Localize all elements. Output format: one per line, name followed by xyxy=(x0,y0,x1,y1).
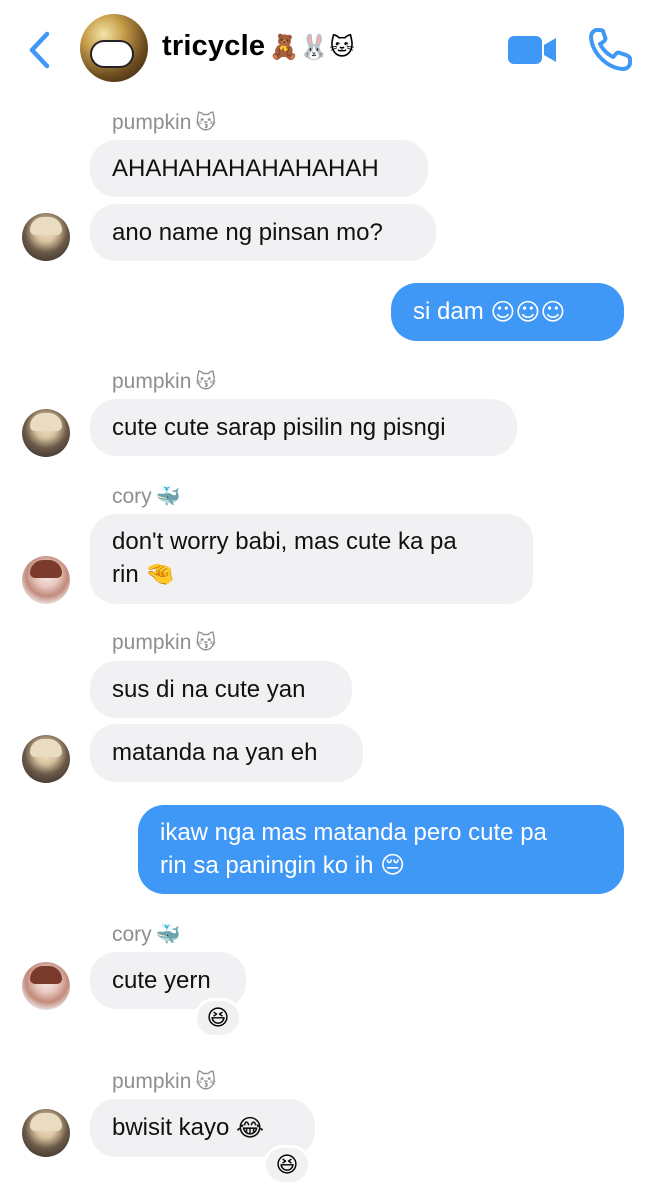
message-bubble[interactable]: matanda na yan eh xyxy=(90,724,363,782)
message-emoji: 😂 xyxy=(236,1114,265,1142)
message-text: sus di na cute yan xyxy=(112,675,306,703)
message-text-line: ikaw nga mas matanda pero cute pa xyxy=(160,819,547,846)
message-text: si dam xyxy=(413,298,484,325)
avatar-pumpkin[interactable] xyxy=(22,1109,70,1157)
avatar-cory[interactable] xyxy=(22,556,70,604)
message-emoji: ☺☺☺ xyxy=(490,298,566,326)
message-text: cute cute sarap pisilin ng pisngi xyxy=(112,413,446,441)
message-emoji: 😔 xyxy=(380,851,406,879)
message-text: ano name ng pinsan mo? xyxy=(112,218,383,246)
outgoing-message-bubble[interactable]: si dam ☺☺☺ xyxy=(391,283,624,341)
back-button[interactable] xyxy=(22,28,56,72)
sender-name-cory: cory 🐳 xyxy=(112,922,181,946)
message-text: bwisit kayo xyxy=(112,1114,230,1141)
avatar-pumpkin[interactable] xyxy=(22,213,70,261)
group-title[interactable]: tricycle 🧸🐰🐱 xyxy=(162,30,355,63)
cloud-character-image xyxy=(92,42,132,66)
message-text: matanda na yan eh xyxy=(112,739,318,766)
laughing-face-icon: 😆 xyxy=(206,1005,230,1031)
outgoing-message-bubble[interactable]: ikaw nga mas matanda pero cute pa rin sa… xyxy=(138,805,624,894)
message-text-line: rin sa paningin ko ih xyxy=(160,852,374,879)
message-text-line: rin xyxy=(112,561,139,588)
reaction-badge[interactable]: 😆 xyxy=(263,1145,311,1185)
video-camera-icon xyxy=(508,36,556,64)
chevron-left-icon xyxy=(29,31,50,69)
avatar-pumpkin[interactable] xyxy=(22,735,70,783)
avatar-pumpkin[interactable] xyxy=(22,409,70,457)
laughing-face-icon: 😆 xyxy=(275,1152,299,1178)
message-emoji: 🤏 xyxy=(145,560,176,588)
message-bubble[interactable]: sus di na cute yan xyxy=(90,661,352,718)
message-bubble[interactable]: AHAHAHAHAHAHAHAH xyxy=(90,140,428,197)
group-title-emoji: 🧸🐰🐱 xyxy=(269,33,355,61)
reaction-badge[interactable]: 😆 xyxy=(194,998,242,1038)
sender-name-pumpkin: pumpkin 😽 xyxy=(112,110,217,134)
group-title-text: tricycle xyxy=(162,30,266,62)
chat-header: tricycle 🧸🐰🐱 xyxy=(0,0,666,100)
sender-name-pumpkin: pumpkin 😽 xyxy=(112,630,217,654)
sender-name-cory: cory 🐳 xyxy=(112,484,181,508)
video-call-button[interactable] xyxy=(506,30,558,70)
message-bubble[interactable]: cute cute sarap pisilin ng pisngi xyxy=(90,399,517,456)
avatar-cory[interactable] xyxy=(22,962,70,1010)
message-text-line: don't worry babi, mas cute ka pa xyxy=(112,528,457,555)
message-text: AHAHAHAHAHAHAHAH xyxy=(112,154,379,182)
sender-name-pumpkin: pumpkin 😽 xyxy=(112,1069,217,1093)
group-avatar[interactable] xyxy=(80,14,148,82)
sender-name-pumpkin: pumpkin 😽 xyxy=(112,369,217,393)
voice-call-button[interactable] xyxy=(588,26,634,72)
message-text: cute yern xyxy=(112,966,211,994)
phone-icon xyxy=(589,28,632,71)
message-bubble[interactable]: don't worry babi, mas cute ka pa rin 🤏 xyxy=(90,514,533,604)
message-bubble[interactable]: ano name ng pinsan mo? xyxy=(90,204,436,261)
